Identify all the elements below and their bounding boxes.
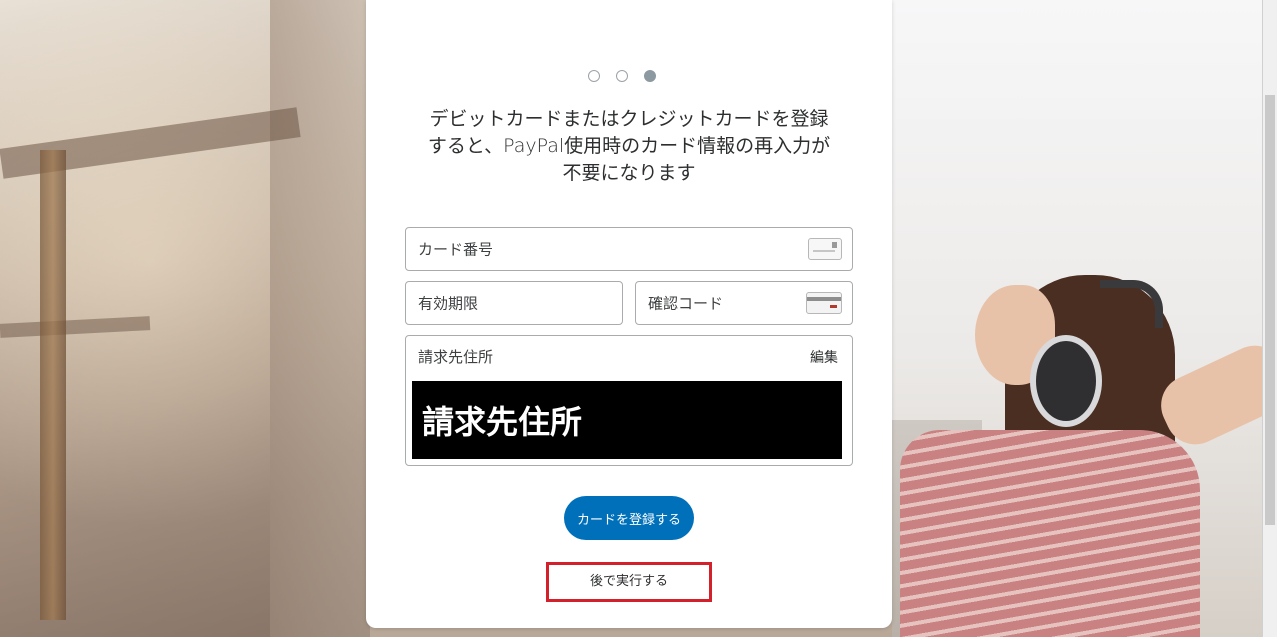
step-dot-3-active xyxy=(644,70,656,82)
scrollbar-thumb[interactable] xyxy=(1265,95,1275,525)
card-back-cvv-icon xyxy=(806,292,842,314)
card-number-placeholder: カード番号 xyxy=(418,240,494,259)
billing-address-value: 請求先住所 xyxy=(412,381,842,459)
billing-address-text: 請求先住所 xyxy=(422,403,583,441)
background-building xyxy=(270,0,370,637)
page-headline: デビットカードまたはクレジットカードを登録すると、PayPal使用時のカード情報… xyxy=(427,108,831,184)
person-shirt xyxy=(900,430,1200,637)
background-pole xyxy=(40,150,66,620)
headphones-icon xyxy=(1030,335,1102,427)
credit-card-icon xyxy=(808,238,842,260)
billing-address-section: 請求先住所 編集 請求先住所 xyxy=(405,335,853,466)
step-dot-1 xyxy=(588,70,600,82)
step-indicator xyxy=(588,70,678,84)
register-card-button[interactable]: カードを登録する xyxy=(564,496,694,540)
headphones-band xyxy=(1100,280,1163,328)
expiry-placeholder: 有効期限 xyxy=(418,294,479,313)
expiry-field[interactable]: 有効期限 xyxy=(405,281,623,325)
step-dot-2 xyxy=(616,70,628,82)
card-number-field[interactable]: カード番号 xyxy=(405,227,853,271)
billing-address-label: 請求先住所 xyxy=(418,348,494,366)
add-card-panel: デビットカードまたはクレジットカードを登録すると、PayPal使用時のカード情報… xyxy=(366,0,892,628)
edit-address-link[interactable]: 編集 xyxy=(810,347,838,367)
security-code-field[interactable]: 確認コード xyxy=(635,281,853,325)
security-code-placeholder: 確認コード xyxy=(648,294,724,313)
do-later-link[interactable]: 後で実行する xyxy=(546,562,712,602)
